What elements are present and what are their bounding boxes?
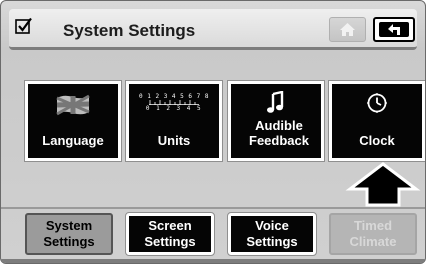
tab-timed-climate: Timed Climate	[329, 213, 417, 255]
tab-label: Screen Settings	[144, 218, 196, 249]
back-button-face	[379, 22, 409, 37]
bottom-border	[1, 259, 425, 263]
clock-tile[interactable]: Clock	[328, 80, 425, 162]
language-tile[interactable]: Language	[24, 80, 122, 162]
tab-voice-settings[interactable]: Voice Settings	[227, 212, 317, 256]
tab-system-settings[interactable]: System Settings	[25, 213, 113, 255]
tile-label: Language	[42, 133, 104, 148]
checkbox-checked-icon	[15, 17, 32, 34]
tab-divider-line	[1, 207, 425, 209]
tile-label: Clock	[359, 133, 395, 148]
back-button[interactable]	[373, 17, 415, 42]
units-tile[interactable]: 0 1 2 3 4 5 6 7 8 0 1 2 3 4 5 Units	[125, 80, 223, 162]
back-arrow-icon	[388, 24, 400, 35]
tab-label: Timed Climate	[349, 218, 397, 249]
music-note-icon	[231, 91, 321, 115]
clock-icon	[332, 92, 422, 114]
system-settings-screen: System Settings Language 0 1 2 3 4 5 6 7…	[0, 0, 426, 264]
page-title: System Settings	[63, 21, 196, 40]
ruler-icon: 0 1 2 3 4 5 6 7 8 0 1 2 3 4 5	[129, 93, 219, 112]
home-icon	[340, 23, 355, 36]
tab-label: Voice Settings	[246, 218, 298, 249]
audible-feedback-tile[interactable]: Audible Feedback	[227, 80, 325, 162]
tab-bar: System Settings Screen Settings Voice Se…	[1, 199, 425, 263]
tab-screen-settings[interactable]: Screen Settings	[125, 212, 215, 256]
ruler-top-scale: 0 1 2 3 4 5 6 7 8	[139, 93, 209, 100]
tab-label: System Settings	[43, 218, 95, 249]
ruler-bottom-scale: 0 1 2 3 4 5	[145, 105, 203, 112]
header-bar: System Settings	[9, 9, 417, 50]
tile-label: Audible Feedback	[249, 118, 309, 148]
home-button[interactable]	[329, 17, 366, 42]
tile-label: Units	[157, 133, 191, 148]
flag-icon	[28, 92, 118, 118]
